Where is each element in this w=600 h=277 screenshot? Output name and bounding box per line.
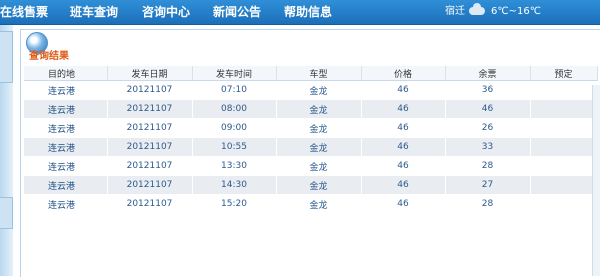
left-sidebar-edge — [0, 25, 13, 276]
cell-tickets-left: 28 — [445, 156, 531, 176]
cell-tickets-left: 28 — [445, 194, 531, 214]
top-nav-bar: 在线售票 班车查询 咨询中心 新闻公告 帮助信息 宿迁 6℃~16℃ — [0, 0, 600, 25]
cell-bus-type: 金龙 — [276, 194, 362, 214]
cell-destination: 连云港 — [24, 194, 108, 214]
cell-tickets-left: 33 — [445, 137, 531, 157]
cell-price: 46 — [361, 99, 446, 119]
cell-book[interactable] — [530, 99, 598, 119]
cell-destination: 连云港 — [24, 137, 108, 157]
nav-help[interactable]: 帮助信息 — [284, 3, 332, 21]
cell-destination: 连云港 — [24, 156, 108, 176]
cell-date: 20121107 — [107, 156, 193, 176]
nav-online-ticketing[interactable]: 在线售票 — [0, 3, 48, 21]
cell-book[interactable] — [530, 175, 598, 195]
cell-time: 09:00 — [192, 118, 277, 138]
cell-time: 07:10 — [192, 80, 277, 100]
cell-bus-type: 金龙 — [276, 156, 362, 176]
col-destination: 目的地 — [24, 66, 108, 81]
cell-bus-type: 金龙 — [276, 118, 362, 138]
weather-temperature: 6℃~16℃ — [491, 6, 541, 17]
cell-date: 20121107 — [107, 99, 193, 119]
nav-consult-center[interactable]: 咨询中心 — [142, 3, 190, 21]
nav-news[interactable]: 新闻公告 — [213, 3, 261, 21]
cell-time: 08:00 — [192, 99, 277, 119]
left-collapsed-tab[interactable] — [0, 31, 13, 83]
cell-price: 46 — [361, 194, 446, 214]
col-tickets-left: 余票 — [445, 66, 531, 81]
table-row[interactable]: 连云港 20121107 07:10 金龙 46 36 — [24, 80, 598, 100]
cell-price: 46 — [361, 156, 446, 176]
table-row[interactable]: 连云港 20121107 10:55 金龙 46 33 — [24, 137, 598, 157]
table-row[interactable]: 连云港 20121107 15:20 金龙 46 28 — [24, 194, 598, 214]
results-title: 查询结果 — [29, 51, 69, 62]
cell-bus-type: 金龙 — [276, 137, 362, 157]
cell-price: 46 — [361, 118, 446, 138]
cell-destination: 连云港 — [24, 175, 108, 195]
cell-destination: 连云港 — [24, 118, 108, 138]
cell-book[interactable] — [530, 118, 598, 138]
cell-time: 10:55 — [192, 137, 277, 157]
vertical-scrollbar[interactable] — [592, 85, 600, 276]
col-price: 价格 — [361, 66, 446, 81]
cell-book[interactable] — [530, 156, 598, 176]
cell-book[interactable] — [530, 194, 598, 214]
cell-date: 20121107 — [107, 137, 193, 157]
cell-tickets-left: 46 — [445, 99, 531, 119]
cell-time: 13:30 — [192, 156, 277, 176]
cell-bus-type: 金龙 — [276, 175, 362, 195]
table-row[interactable]: 连云港 20121107 09:00 金龙 46 26 — [24, 118, 598, 138]
table-row[interactable]: 连云港 20121107 14:30 金龙 46 27 — [24, 175, 598, 195]
col-bus-type: 车型 — [276, 66, 362, 81]
cloud-icon — [469, 3, 485, 15]
table-row[interactable]: 连云港 20121107 08:00 金龙 46 46 — [24, 99, 598, 119]
weather-city: 宿迁 — [445, 6, 465, 17]
results-table: 目的地 发车日期 发车时间 车型 价格 余票 预定 连云港 20121107 0… — [24, 66, 598, 214]
cell-destination: 连云港 — [24, 80, 108, 100]
cell-tickets-left: 36 — [445, 80, 531, 100]
left-collapsed-tab-2[interactable] — [0, 197, 13, 229]
cell-date: 20121107 — [107, 175, 193, 195]
cell-tickets-left: 26 — [445, 118, 531, 138]
col-time: 发车时间 — [192, 66, 277, 81]
cell-price: 46 — [361, 80, 446, 100]
col-date: 发车日期 — [107, 66, 193, 81]
cell-date: 20121107 — [107, 194, 193, 214]
cell-time: 14:30 — [192, 175, 277, 195]
nav-bus-query[interactable]: 班车查询 — [70, 3, 118, 21]
cell-bus-type: 金龙 — [276, 99, 362, 119]
cell-time: 15:20 — [192, 194, 277, 214]
col-book: 预定 — [530, 66, 598, 81]
results-panel: 查询结果 目的地 发车日期 发车时间 车型 价格 余票 预定 连云港 20121… — [20, 29, 600, 277]
cell-date: 20121107 — [107, 80, 193, 100]
cell-bus-type: 金龙 — [276, 80, 362, 100]
cell-price: 46 — [361, 137, 446, 157]
cell-date: 20121107 — [107, 118, 193, 138]
cell-price: 46 — [361, 175, 446, 195]
cell-book[interactable] — [530, 80, 598, 100]
cell-destination: 连云港 — [24, 99, 108, 119]
cell-book[interactable] — [530, 137, 598, 157]
table-row[interactable]: 连云港 20121107 13:30 金龙 46 28 — [24, 156, 598, 176]
table-header-row: 目的地 发车日期 发车时间 车型 价格 余票 预定 — [24, 66, 598, 81]
cell-tickets-left: 27 — [445, 175, 531, 195]
